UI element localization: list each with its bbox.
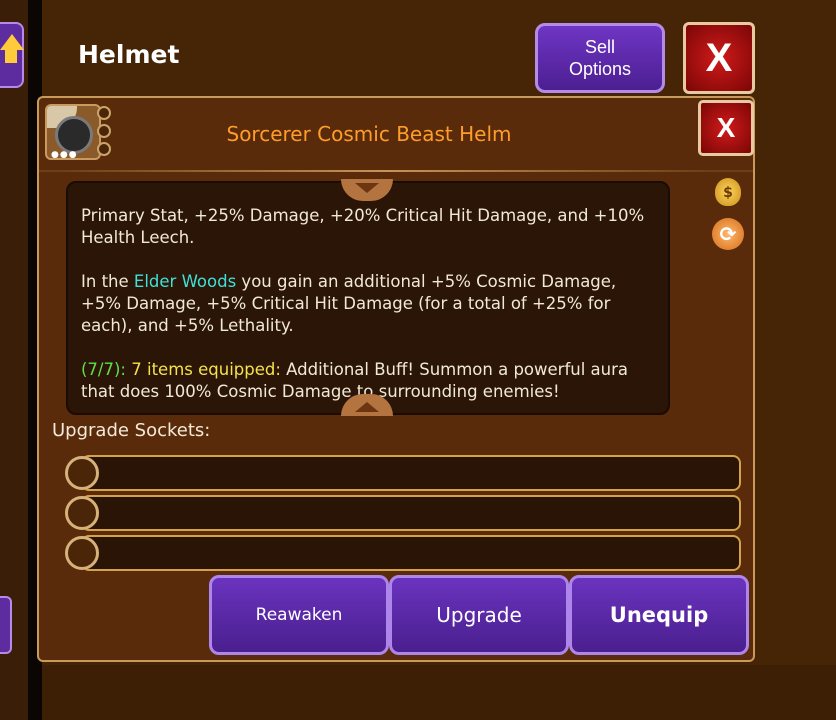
up-arrow-icon-stem (5, 49, 17, 63)
reawaken-label: Reawaken (255, 605, 343, 625)
set-count: (7/7): (81, 360, 126, 379)
unequip-label: Unequip (609, 603, 709, 627)
sell-bag-icon[interactable]: $ (715, 178, 741, 206)
socket-circle-icon (65, 456, 99, 490)
socket-pip (97, 124, 111, 138)
socket-pips (97, 106, 111, 160)
upgrade-socket-slot[interactable] (81, 535, 741, 571)
sell-options-button[interactable]: Sell Options (535, 23, 665, 93)
swap-refresh-icon[interactable]: ⟳ (712, 218, 744, 250)
upgrade-socket-slot[interactable] (81, 495, 741, 531)
item-detail-dialog: ●●● Sorcerer Cosmic Beast Helm X $ ⟳ Pri… (37, 96, 755, 662)
upgrade-button[interactable]: Upgrade (389, 575, 569, 655)
close-panel-button[interactable]: X (683, 22, 755, 94)
item-name-title: Sorcerer Cosmic Beast Helm (226, 122, 512, 146)
set-equipped-label: 7 items equipped: (126, 360, 281, 379)
upgrade-label: Upgrade (436, 603, 522, 627)
dialog-header: ●●● Sorcerer Cosmic Beast Helm X (39, 98, 754, 172)
socket-circle-icon (65, 496, 99, 530)
location-name: Elder Woods (133, 272, 237, 291)
helm-item-icon[interactable]: ●●● (45, 104, 101, 160)
desc-paragraph-location: In the Elder Woods you gain an additiona… (81, 271, 661, 337)
helm-face-graphic (55, 116, 93, 154)
close-dialog-button[interactable]: X (698, 100, 754, 156)
upgrade-sockets-label: Upgrade Sockets: (52, 420, 211, 441)
desc-paragraph-stats: Primary Stat, +25% Damage, +20% Critical… (81, 206, 645, 247)
header-divider (61, 170, 709, 172)
description-text: Primary Stat, +25% Damage, +20% Critical… (81, 205, 661, 413)
description-box[interactable]: Primary Stat, +25% Damage, +20% Critical… (66, 181, 670, 415)
desc-text-span: In the (81, 272, 134, 291)
sell-options-label: Sell Options (568, 37, 632, 79)
left-tab-button-lower[interactable] (0, 596, 12, 654)
reawaken-button[interactable]: Reawaken (209, 575, 389, 655)
socket-pip (97, 106, 111, 120)
socket-pip (97, 142, 111, 156)
rarity-dots: ●●● (51, 150, 78, 160)
close-icon: X (716, 112, 736, 143)
up-arrow-icon (0, 34, 24, 50)
close-icon: X (705, 35, 733, 80)
upgrade-socket-slot[interactable] (81, 455, 741, 491)
unequip-button[interactable]: Unequip (569, 575, 749, 655)
socket-circle-icon (65, 536, 99, 570)
panel-bottom-strip (42, 665, 836, 720)
page-title: Helmet (78, 40, 180, 69)
